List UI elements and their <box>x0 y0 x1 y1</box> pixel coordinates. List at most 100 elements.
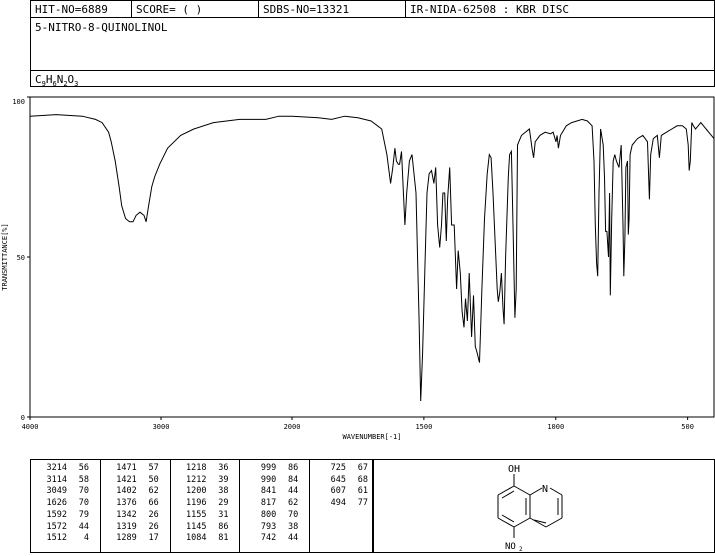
peak-transmittance: 66 <box>148 498 159 509</box>
peak-row: 3214 56 <box>37 463 96 475</box>
peak-row: 3114 58 <box>37 475 96 487</box>
peak-transmittance: 50 <box>148 474 159 485</box>
peak-row: 1289 17 <box>107 533 166 545</box>
nitrogen-label: N <box>542 484 548 495</box>
peak-transmittance: 4 <box>83 533 89 544</box>
peak-row: 817 62 <box>246 498 305 510</box>
peak-row: 1376 66 <box>107 498 166 510</box>
peak-wavenumber: 1218 <box>186 463 207 473</box>
peak-wavenumber: 1471 <box>116 463 137 473</box>
peak-wavenumber: 3049 <box>46 486 67 497</box>
peak-row: 1421 50 <box>107 475 166 487</box>
peak-row: 607 61 <box>316 486 368 498</box>
peak-wavenumber: 1402 <box>116 486 137 497</box>
molecular-formula: C9H6N2O3 <box>35 73 79 89</box>
peak-row: 999 86 <box>246 463 305 475</box>
peak-row: 1084 81 <box>177 533 236 545</box>
peak-row: 1155 31 <box>177 510 236 522</box>
structure-box: OH N NO 2 <box>373 459 715 553</box>
peak-transmittance: 61 <box>357 486 368 497</box>
spectrum-line <box>29 114 715 402</box>
y-axis-label: TRANSMITTANCE[%] <box>1 223 9 290</box>
y-tick-label: 100 <box>12 98 25 106</box>
peak-wavenumber: 3214 <box>46 463 67 473</box>
peak-row: 1196 29 <box>177 498 236 510</box>
peak-row: 1512 4 <box>37 533 96 545</box>
peak-transmittance: 62 <box>288 498 299 509</box>
peak-wavenumber: 1196 <box>186 498 207 509</box>
peak-transmittance: 70 <box>78 498 89 509</box>
peak-wavenumber: 1155 <box>186 509 207 520</box>
peak-wavenumber: 1376 <box>116 498 137 509</box>
y-tick-label: 0 <box>21 414 25 422</box>
peak-wavenumber: 1512 <box>46 533 67 544</box>
peak-transmittance: 38 <box>288 521 299 532</box>
peak-wavenumber: 742 <box>260 533 277 544</box>
peak-row: 1200 38 <box>177 486 236 498</box>
peak-row: 1342 26 <box>107 510 166 522</box>
peak-transmittance: 58 <box>78 474 89 485</box>
header-bar: HIT-NO=6889 SCORE= ( ) SDBS-NO=13321 IR-… <box>30 0 715 18</box>
compound-box: 5-NITRO-8-QUINOLINOL C9H6N2O3 <box>30 17 715 89</box>
peak-wavenumber: 990 <box>260 474 277 485</box>
peak-transmittance: 68 <box>357 474 368 485</box>
x-tick-label: 1500 <box>415 423 432 431</box>
peak-row: 1212 39 <box>177 475 236 487</box>
peak-transmittance: 36 <box>218 463 229 473</box>
peak-transmittance: 79 <box>78 509 89 520</box>
peak-transmittance: 81 <box>218 533 229 544</box>
peak-row: 800 70 <box>246 510 305 522</box>
peak-wavenumber: 1319 <box>116 521 137 532</box>
peak-wavenumber: 1084 <box>186 533 207 544</box>
peak-row: 1145 86 <box>177 522 236 534</box>
peak-transmittance: 77 <box>357 498 368 509</box>
peak-transmittance: 57 <box>148 463 159 473</box>
x-axis-label: WAVENUMBER[-1] <box>342 433 401 441</box>
peak-transmittance: 86 <box>218 521 229 532</box>
peak-table: 3214 56 3114 58 3049 70 1626 70 1592 79 1572 44 1512… <box>30 459 373 553</box>
hit-number: HIT-NO=6889 <box>31 1 132 17</box>
peak-row: 645 68 <box>316 475 368 487</box>
peak-transmittance: 44 <box>288 533 299 544</box>
peak-wavenumber: 494 <box>330 498 346 509</box>
x-tick-label: 3000 <box>153 423 170 431</box>
peak-column: 1471 57 1421 50 1402 62 1376 66 1342 26 1319 26 1289… <box>101 460 171 552</box>
peak-row: 990 84 <box>246 475 305 487</box>
peak-transmittance: 62 <box>148 486 159 497</box>
peak-transmittance: 26 <box>148 521 159 532</box>
peak-wavenumber: 1145 <box>186 521 207 532</box>
score: SCORE= ( ) <box>132 1 259 17</box>
peak-transmittance: 86 <box>288 463 299 473</box>
ir-source: IR-NIDA-62508 : KBR DISC <box>410 3 569 16</box>
x-tick-label: 500 <box>681 423 694 431</box>
peak-wavenumber: 800 <box>260 509 277 520</box>
peak-wavenumber: 1200 <box>186 486 207 497</box>
peak-transmittance: 67 <box>357 463 368 473</box>
peak-wavenumber: 841 <box>260 486 277 497</box>
peak-row: 1471 57 <box>107 463 166 475</box>
peak-wavenumber: 1572 <box>46 521 67 532</box>
peak-transmittance: 44 <box>78 521 89 532</box>
peak-wavenumber: 1592 <box>46 509 67 520</box>
peak-row: 841 44 <box>246 486 305 498</box>
peak-transmittance: 38 <box>218 486 229 497</box>
peak-row: 1319 26 <box>107 522 166 534</box>
sdbs-number: SDBS-NO=13321 <box>259 1 406 17</box>
peak-transmittance: 84 <box>288 474 299 485</box>
peak-row: 1402 62 <box>107 486 166 498</box>
peak-wavenumber: 793 <box>260 521 277 532</box>
compound-name: 5-NITRO-8-QUINOLINOL <box>35 21 168 34</box>
peak-column: 3214 56 3114 58 3049 70 1626 70 1592 79 1572 44 1512… <box>31 460 101 552</box>
nitro-subscript: 2 <box>519 546 523 552</box>
peak-row: 1592 79 <box>37 510 96 522</box>
peak-row: 3049 70 <box>37 486 96 498</box>
peak-transmittance: 39 <box>218 474 229 485</box>
peak-row: 793 38 <box>246 522 305 534</box>
peak-column: 725 67 645 68 607 61 494 77 <box>310 460 372 552</box>
peak-wavenumber: 1421 <box>116 474 137 485</box>
peak-column: 999 86 990 84 841 44 817 62 800 70 793 38 742 44 <box>240 460 310 552</box>
peak-wavenumber: 1626 <box>46 498 67 509</box>
peak-wavenumber: 725 <box>330 463 346 473</box>
peak-transmittance: 31 <box>218 509 229 520</box>
peak-row: 725 67 <box>316 463 368 475</box>
